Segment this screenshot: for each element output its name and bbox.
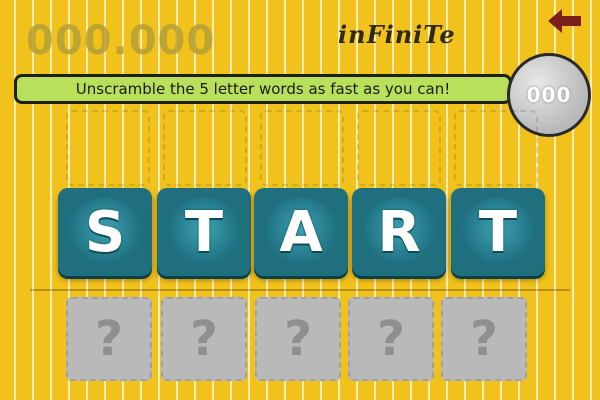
placeholder-tile-2: ? (161, 297, 247, 381)
timer-value: 000 (526, 83, 572, 107)
placeholder-tile-3: ? (255, 297, 341, 381)
placeholder-mark: ? (95, 311, 123, 367)
instruction-banner: Unscramble the 5 letter words as fast as… (14, 74, 512, 104)
divider-line (30, 289, 570, 291)
answer-slot-2 (163, 110, 247, 186)
placeholder-tile-4: ? (348, 297, 434, 381)
letter-tile-5[interactable]: T (451, 188, 545, 276)
placeholder-mark: ? (284, 311, 312, 367)
placeholder-mark: ? (190, 311, 218, 367)
placeholder-mark: ? (470, 311, 498, 367)
score-display: 000.000 (26, 18, 216, 64)
placeholder-tile-5: ? (441, 297, 527, 381)
answer-slot-5 (454, 110, 538, 186)
letter-tile-label: S (84, 199, 126, 265)
letter-tile-2[interactable]: T (157, 188, 251, 276)
letter-tile-label: T (184, 199, 224, 265)
instruction-text: Unscramble the 5 letter words as fast as… (75, 80, 451, 98)
letter-tile-label: A (279, 199, 323, 265)
letter-tile-3[interactable]: A (254, 188, 348, 276)
back-arrow-icon[interactable] (548, 8, 582, 34)
placeholder-mark: ? (377, 311, 405, 367)
answer-slot-1 (66, 110, 150, 186)
letter-tile-1[interactable]: S (58, 188, 152, 276)
letter-tile-label: R (377, 199, 421, 265)
letter-tile-label: T (478, 199, 518, 265)
answer-slot-3 (260, 110, 344, 186)
mode-title: inFiniTe (338, 20, 456, 49)
placeholder-tile-1: ? (66, 297, 152, 381)
answer-slot-4 (357, 110, 441, 186)
letter-tile-4[interactable]: R (352, 188, 446, 276)
